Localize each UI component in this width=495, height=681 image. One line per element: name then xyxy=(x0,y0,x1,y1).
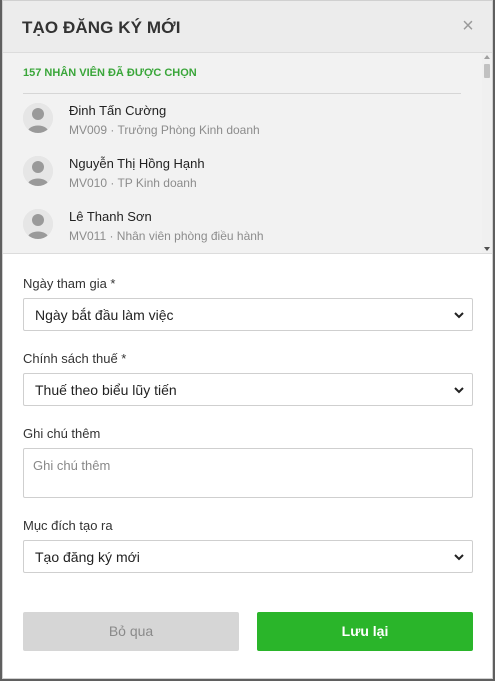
tax-policy-select[interactable]: Thuế theo biểu lũy tiến xyxy=(23,373,473,406)
join-date-value: Ngày bắt đầu làm việc xyxy=(35,307,174,323)
scroll-thumb[interactable] xyxy=(484,64,490,78)
join-date-select[interactable]: Ngày bắt đầu làm việc xyxy=(23,298,473,331)
employee-meta: MV010 · TP Kinh doanh xyxy=(69,176,197,190)
employee-list-item: Đinh Tấn Cường MV009 · Trưởng Phòng Kinh… xyxy=(23,103,463,153)
close-icon[interactable]: × xyxy=(460,15,476,37)
note-placeholder: Ghi chú thêm xyxy=(33,458,111,473)
employee-meta: MV009 · Trưởng Phòng Kinh doanh xyxy=(69,123,260,137)
note-textarea[interactable]: Ghi chú thêm xyxy=(23,448,473,498)
purpose-value: Tạo đăng ký mới xyxy=(35,549,140,565)
join-date-label: Ngày tham gia * xyxy=(23,276,116,291)
dialog-header: TẠO ĐĂNG KÝ MỚI × xyxy=(3,1,492,53)
tax-policy-label: Chính sách thuế * xyxy=(23,351,127,366)
user-silhouette-icon xyxy=(23,209,53,239)
employee-name: Lê Thanh Sơn xyxy=(69,209,152,224)
employee-list-scrollbar[interactable] xyxy=(482,53,492,253)
purpose-select[interactable]: Tạo đăng ký mới xyxy=(23,540,473,573)
employee-list-item: Nguyễn Thị Hồng Hạnh MV010 · TP Kinh doa… xyxy=(23,156,463,206)
tax-policy-value: Thuế theo biểu lũy tiến xyxy=(35,382,177,398)
user-silhouette-icon xyxy=(23,156,53,186)
cancel-button[interactable]: Bỏ qua xyxy=(23,612,239,651)
dialog-title: TẠO ĐĂNG KÝ MỚI xyxy=(22,18,181,37)
chevron-down-icon xyxy=(454,554,464,561)
chevron-down-icon xyxy=(454,312,464,319)
employee-meta: MV011 · Nhân viên phòng điều hành xyxy=(69,229,264,243)
scroll-down-arrow-icon[interactable] xyxy=(484,247,490,251)
divider xyxy=(23,93,461,94)
selected-count-label: 157 NHÂN VIÊN ĐÃ ĐƯỢC CHỌN xyxy=(23,67,197,79)
purpose-label: Mục đích tạo ra xyxy=(23,518,113,533)
scroll-up-arrow-icon[interactable] xyxy=(484,55,490,59)
chevron-down-icon xyxy=(454,387,464,394)
note-label: Ghi chú thêm xyxy=(23,426,101,441)
employee-name: Đinh Tấn Cường xyxy=(69,103,167,118)
create-registration-dialog: TẠO ĐĂNG KÝ MỚI × 157 NHÂN VIÊN ĐÃ ĐƯỢC … xyxy=(2,0,493,679)
user-silhouette-icon xyxy=(23,103,53,133)
employee-list-item: Lê Thanh Sơn MV011 · Nhân viên phòng điề… xyxy=(23,209,463,253)
selected-employees-panel[interactable]: 157 NHÂN VIÊN ĐÃ ĐƯỢC CHỌN Đinh Tấn Cườn… xyxy=(3,53,492,254)
employee-name: Nguyễn Thị Hồng Hạnh xyxy=(69,156,205,171)
save-button[interactable]: Lưu lại xyxy=(257,612,473,651)
